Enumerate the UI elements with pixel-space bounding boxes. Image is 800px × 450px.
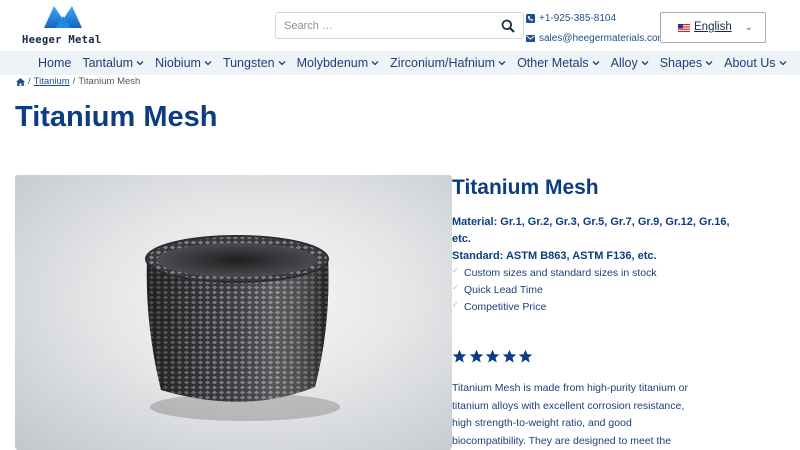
site-logo[interactable]: Heeger Metal [22, 4, 104, 46]
phone-icon [526, 13, 535, 23]
star-icon [452, 349, 467, 363]
nav-item-niobium[interactable]: Niobium [155, 56, 212, 70]
breadcrumb-separator: / [28, 76, 31, 87]
feature-list: ✓ Custom sizes and standard sizes in stoc… [452, 265, 732, 316]
chevron-down-icon [592, 61, 600, 66]
phone-link[interactable]: +1-925-385-8104 [526, 8, 661, 28]
nav-item-label: Tungsten [222, 56, 275, 70]
search-icon[interactable] [501, 19, 515, 33]
check-icon: ✓ [452, 266, 459, 275]
feature-text: Quick Lead Time [464, 284, 543, 296]
nav-item-alloy[interactable]: Alloy [611, 56, 649, 70]
nav-item-label: Molybdenum [296, 56, 369, 70]
logo-text: Heeger Metal [22, 34, 102, 46]
phone-number: +1-925-385-8104 [539, 12, 617, 24]
breadcrumb-link-titanium[interactable]: Titanium [34, 76, 70, 87]
standard-spec: Standard: ASTM B863, ASTM F136, etc. [452, 250, 657, 262]
logo-mark-icon [44, 6, 82, 28]
product-image[interactable] [15, 175, 452, 450]
chevron-down-icon: ⌄ [744, 22, 753, 33]
nav-item-molybdenum[interactable]: Molybdenum [297, 56, 380, 70]
feature-item: ✓ Custom sizes and standard sizes in stoc… [452, 265, 732, 282]
nav-item-other-metals[interactable]: Other Metals [517, 56, 600, 70]
site-header: Heeger Metal +1-925-385-8104 sales@heege… [0, 0, 800, 50]
search-input[interactable] [276, 13, 496, 38]
nav-item-label: Zirconium/Hafnium [390, 56, 496, 70]
rating-stars [452, 349, 732, 365]
breadcrumb: / Titanium / Titanium Mesh [16, 76, 140, 87]
mesh-roll-illustration [145, 235, 340, 421]
nav-item-label: Home [38, 56, 72, 70]
nav-item-home[interactable]: Home [38, 56, 71, 70]
chevron-down-icon [136, 61, 144, 66]
breadcrumb-separator: / [72, 76, 76, 87]
nav-item-label: About Us [724, 56, 776, 70]
home-icon[interactable] [16, 77, 25, 86]
page-title: Titanium Mesh [15, 101, 218, 133]
nav-item-shapes[interactable]: Shapes [660, 56, 713, 70]
nav-item-label: Tantalum [82, 56, 134, 70]
nav-item-tungsten[interactable]: Tungsten [223, 56, 286, 70]
contact-info: +1-925-385-8104 sales@heegermaterials.co… [526, 8, 666, 48]
star-icon [469, 349, 483, 363]
check-icon: ✓ [452, 283, 459, 292]
chevron-down-icon [705, 61, 713, 66]
star-icon [518, 349, 533, 363]
chevron-down-icon [204, 61, 212, 66]
chevron-down-icon [779, 61, 787, 66]
envelope-icon [526, 34, 535, 42]
star-icon [485, 349, 500, 363]
nav-item-about-us[interactable]: About Us [724, 56, 787, 70]
nav-item-label: Shapes [659, 56, 703, 70]
check-icon: ✓ [452, 300, 459, 309]
nav-item-label: Alloy [610, 56, 638, 70]
search-box [275, 12, 524, 39]
feature-text: Custom sizes and standard sizes in stock [464, 267, 657, 279]
email-link[interactable]: sales@heegermaterials.com [526, 28, 666, 48]
product-details: Titanium Mesh Material: Gr.1, Gr.2, Gr.3… [452, 176, 732, 450]
nav-item-label: Niobium [155, 56, 201, 70]
chevron-down-icon [371, 61, 379, 66]
product-description: Titanium Mesh is made from high-purity t… [452, 382, 688, 447]
product-title: Titanium Mesh [452, 176, 599, 199]
language-label: English [694, 21, 732, 33]
nav-item-tantalum[interactable]: Tantalum [82, 56, 144, 70]
chevron-down-icon [641, 61, 649, 66]
chevron-down-icon [498, 61, 506, 66]
feature-item: ✓ Competitive Price [452, 299, 732, 316]
material-spec: Material: Gr.1, Gr.2, Gr.3, Gr.5, Gr.7, … [452, 216, 730, 245]
feature-text: Competitive Price [464, 301, 547, 313]
breadcrumb-current: Titanium Mesh [78, 76, 141, 87]
nav-item-zirconium-hafnium[interactable]: Zirconium/Hafnium [390, 56, 506, 70]
us-flag-icon [678, 24, 690, 32]
language-selector[interactable]: English ⌄ [660, 12, 766, 43]
main-nav: Home Tantalum Niobium Tungsten Molybdenum Zir… [0, 51, 800, 75]
nav-item-label: Other Metals [517, 56, 589, 70]
star-icon [502, 349, 516, 363]
email-address: sales@heegermaterials.com [539, 32, 666, 44]
feature-item: ✓ Quick Lead Time [452, 282, 732, 299]
chevron-down-icon [278, 61, 286, 66]
